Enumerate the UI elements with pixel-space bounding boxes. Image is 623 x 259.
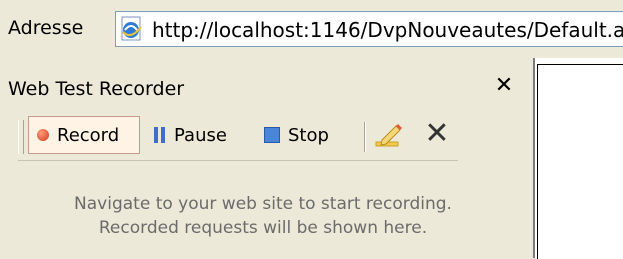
close-button[interactable]: ✕ [492, 74, 516, 98]
message-line-2: Recorded requests will be shown here. [98, 218, 428, 238]
address-bar: Adresse http://localhost:1146/DvpNouveau… [0, 0, 623, 58]
panel-title: Web Test Recorder [8, 78, 185, 100]
empty-state-message: Navigate to your web site to start recor… [0, 192, 526, 240]
pause-button[interactable]: Pause [150, 116, 254, 154]
edit-icon[interactable] [374, 122, 404, 150]
panel-title-bar: Web Test Recorder ✕ [0, 66, 526, 106]
stop-icon [264, 127, 280, 143]
pause-label: Pause [174, 124, 227, 146]
stop-label: Stop [288, 124, 329, 146]
record-icon [37, 129, 49, 141]
stop-button[interactable]: Stop [260, 116, 360, 154]
address-label: Adresse [8, 17, 84, 39]
toolbar-grip[interactable] [18, 120, 24, 154]
pause-icon [154, 127, 166, 143]
address-input[interactable]: http://localhost:1146/DvpNouveautes/Defa… [115, 11, 623, 47]
message-line-1: Navigate to your web site to start recor… [74, 194, 452, 214]
ie-page-icon [121, 16, 142, 41]
recorder-toolbar: Record Pause Stop ✕ [18, 112, 458, 161]
delete-icon[interactable]: ✕ [420, 116, 454, 152]
address-url: http://localhost:1146/DvpNouveautes/Defa… [152, 18, 623, 42]
record-label: Record [57, 124, 120, 146]
web-test-recorder-panel: Web Test Recorder ✕ Record Pause Stop ✕ … [0, 58, 526, 258]
toolbar-separator [364, 122, 366, 152]
record-button[interactable]: Record [28, 116, 140, 154]
browser-frame [537, 64, 623, 259]
